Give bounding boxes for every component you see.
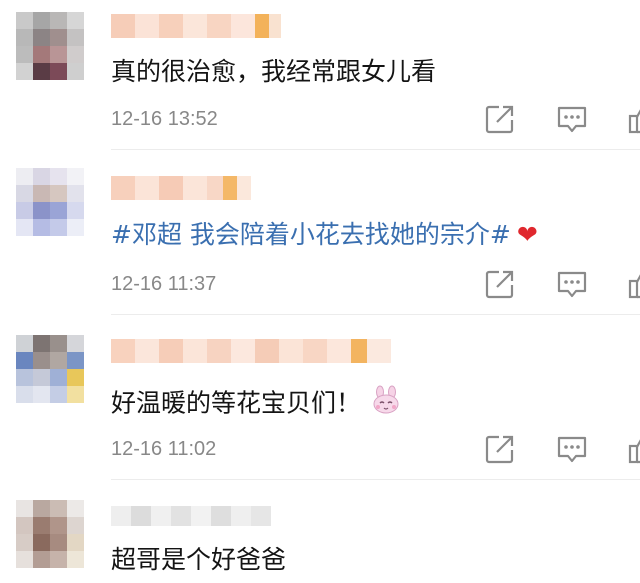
comment-text: #邓超 我会陪着小花去找她的宗介# ❤ [111,218,538,252]
comment-body: 超哥是个好爸爸 [111,545,287,574]
bunny-emoji-icon [373,385,399,414]
avatar[interactable] [16,12,84,80]
reply-button[interactable] [555,432,589,466]
pixelated-avatar-image [16,168,84,236]
heart-emoji: ❤ [516,220,538,249]
pixelated-avatar-image [16,335,84,403]
comment-timestamp: 12-16 11:02 [111,438,217,460]
comment-item: 超哥是个好爸爸 [0,480,640,583]
comment-text: 真的很治愈，我经常跟女儿看 [111,55,436,89]
pixelated-avatar-image [16,12,84,80]
comment-timestamp: 12-16 13:52 [111,108,218,130]
comment-list: 真的很治愈，我经常跟女儿看 12-16 13:52 #邓超 我会陪着小花去找她的… [0,0,640,583]
share-button[interactable] [483,102,517,136]
reply-button[interactable] [555,267,589,301]
pixelated-avatar-image [16,500,84,568]
comment-body: 好温暖的等花宝贝们！ [111,388,362,418]
avatar[interactable] [16,500,84,568]
share-icon [485,105,514,134]
thumb-up-icon [628,109,640,134]
comment-text: 好温暖的等花宝贝们！ [111,385,401,424]
username-redacted[interactable] [111,12,281,42]
blurred-username-graphic [111,176,251,200]
share-icon [485,435,514,464]
comment-item: 真的很治愈，我经常跟女儿看 12-16 13:52 [0,0,640,150]
like-button[interactable] [626,432,640,466]
blurred-username-graphic [111,14,281,38]
avatar[interactable] [16,335,84,403]
like-button[interactable] [626,102,640,136]
share-button[interactable] [483,267,517,301]
comment-bubble-icon [557,271,587,298]
username-redacted[interactable] [111,337,391,367]
username-redacted[interactable] [111,174,251,204]
comment-item: 好温暖的等花宝贝们！ 12-16 11:02 [0,315,640,480]
thumb-up-icon [628,439,640,464]
comment-body: 真的很治愈，我经常跟女儿看 [111,57,437,86]
share-button[interactable] [483,432,517,466]
comment-text: 超哥是个好爸爸 [111,543,286,577]
topic-hashtag-link[interactable]: #邓超 我会陪着小花去找她的宗介# [111,220,511,249]
blurred-username-graphic [111,339,391,363]
thumb-up-icon [628,274,640,299]
comment-timestamp: 12-16 11:37 [111,273,217,295]
comment-item: #邓超 我会陪着小花去找她的宗介# ❤ 12-16 11:37 [0,150,640,315]
bunny-emoji [371,385,401,424]
share-icon [485,270,514,299]
avatar[interactable] [16,168,84,236]
comment-bubble-icon [557,436,587,463]
blurred-username-graphic [111,506,271,526]
reply-button[interactable] [555,102,589,136]
comment-bubble-icon [557,106,587,133]
like-button[interactable] [626,267,640,301]
username-redacted[interactable] [111,502,271,532]
